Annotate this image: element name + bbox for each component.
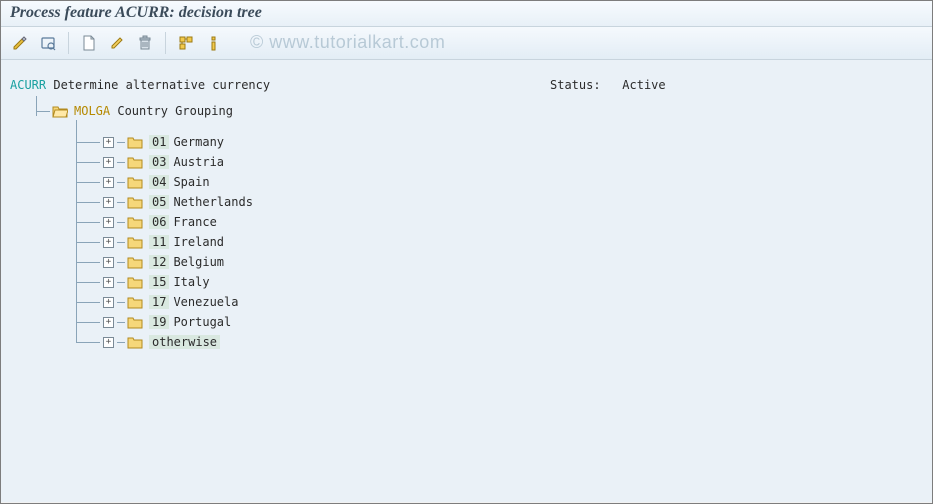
tree-child-row[interactable]: +19 Portugal	[76, 312, 923, 332]
folder-closed-icon	[127, 316, 143, 329]
folder-closed-icon	[127, 176, 143, 189]
tree-child-row[interactable]: +04 Spain	[76, 172, 923, 192]
create-icon[interactable]	[77, 32, 101, 54]
child-code: 15	[149, 275, 169, 289]
expand-node-icon[interactable]: +	[103, 337, 114, 348]
expand-node-icon[interactable]: +	[103, 197, 114, 208]
group-description: Country Grouping	[117, 104, 233, 118]
child-code: 03	[149, 155, 169, 169]
expand-node-icon[interactable]: +	[103, 237, 114, 248]
change-icon[interactable]	[8, 32, 32, 54]
expand-node-icon[interactable]: +	[103, 297, 114, 308]
check-icon[interactable]	[36, 32, 60, 54]
child-code: 04	[149, 175, 169, 189]
content-area: ACURR Determine alternative currency Sta…	[0, 60, 933, 502]
child-label: Germany	[173, 135, 224, 149]
info-icon[interactable]	[202, 32, 226, 54]
child-label: Belgium	[173, 255, 224, 269]
tree-child-row[interactable]: + otherwise	[76, 332, 923, 352]
folder-closed-icon	[127, 276, 143, 289]
child-label: Netherlands	[173, 195, 252, 209]
divider	[68, 32, 69, 54]
title-bar: Process feature ACURR: decision tree	[0, 0, 933, 27]
expand-icon[interactable]	[174, 32, 198, 54]
tree-root-row[interactable]: ACURR Determine alternative currency	[10, 78, 923, 92]
child-label: France	[173, 215, 216, 229]
tree-child-row[interactable]: +01 Germany	[76, 132, 923, 152]
tree-child-row[interactable]: +12 Belgium	[76, 252, 923, 272]
delete-icon[interactable]	[133, 32, 157, 54]
tree-child-row[interactable]: +05 Netherlands	[76, 192, 923, 212]
tree-child-row[interactable]: +15 Italy	[76, 272, 923, 292]
expand-node-icon[interactable]: +	[103, 277, 114, 288]
page-title: Process feature ACURR: decision tree	[10, 4, 923, 22]
divider	[165, 32, 166, 54]
child-code: 01	[149, 135, 169, 149]
child-code: 06	[149, 215, 169, 229]
toolbar	[0, 27, 933, 60]
root-code: ACURR	[10, 78, 46, 92]
tree-child-row[interactable]: +03 Austria	[76, 152, 923, 172]
child-code: 19	[149, 315, 169, 329]
tree-child-row[interactable]: +17 Venezuela	[76, 292, 923, 312]
folder-closed-icon	[127, 216, 143, 229]
folder-closed-icon	[127, 236, 143, 249]
folder-closed-icon	[127, 256, 143, 269]
folder-closed-icon	[127, 136, 143, 149]
expand-node-icon[interactable]: +	[103, 157, 114, 168]
child-label: Venezuela	[173, 295, 238, 309]
child-code: 12	[149, 255, 169, 269]
child-code: 11	[149, 235, 169, 249]
folder-open-icon	[52, 104, 68, 118]
child-label: Spain	[173, 175, 209, 189]
folder-closed-icon	[127, 156, 143, 169]
folder-closed-icon	[127, 336, 143, 349]
status-block: Status: Active	[550, 78, 666, 92]
status-value: Active	[622, 78, 665, 92]
expand-node-icon[interactable]: +	[103, 257, 114, 268]
folder-closed-icon	[127, 296, 143, 309]
tree: MOLGA Country Grouping +01 Germany +03 Aust…	[14, 102, 923, 352]
expand-node-icon[interactable]: +	[103, 217, 114, 228]
tree-group-row[interactable]: MOLGA Country Grouping	[36, 102, 923, 120]
child-code: 05	[149, 195, 169, 209]
subtree: +01 Germany +03 Austria +04 Spain +05 Netherlan…	[76, 132, 923, 352]
root-description: Determine alternative currency	[53, 78, 270, 92]
tree-child-row[interactable]: +11 Ireland	[76, 232, 923, 252]
child-code: 17	[149, 295, 169, 309]
status-label: Status:	[550, 78, 601, 92]
child-label: Ireland	[173, 235, 224, 249]
expand-node-icon[interactable]: +	[103, 177, 114, 188]
child-code: otherwise	[149, 335, 220, 349]
expand-node-icon[interactable]: +	[103, 317, 114, 328]
expand-node-icon[interactable]: +	[103, 137, 114, 148]
child-label: Portugal	[173, 315, 231, 329]
group-code: MOLGA	[74, 104, 110, 118]
folder-closed-icon	[127, 196, 143, 209]
tree-child-row[interactable]: +06 France	[76, 212, 923, 232]
child-label: Austria	[173, 155, 224, 169]
edit-icon[interactable]	[105, 32, 129, 54]
child-label: Italy	[173, 275, 209, 289]
